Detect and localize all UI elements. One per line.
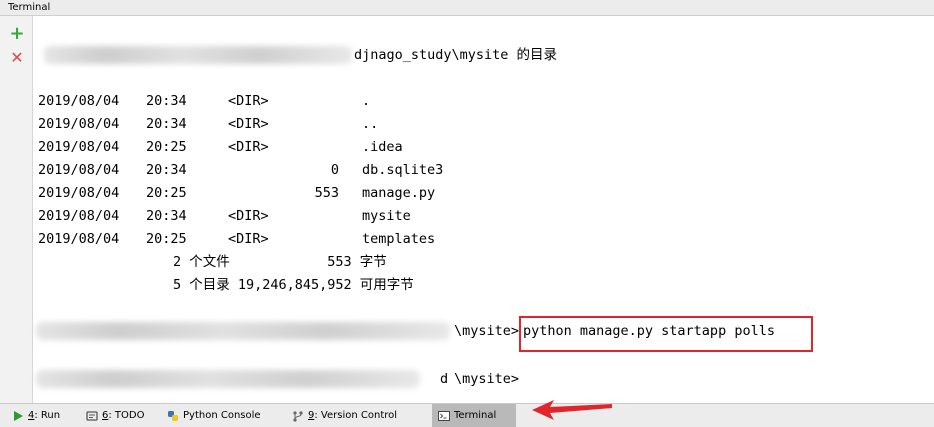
listing-time: 20:34	[146, 208, 187, 224]
prompt-path: \mysite>	[454, 323, 520, 339]
listing-time: 20:34	[146, 93, 187, 109]
tab-python-console[interactable]: Python Console	[161, 404, 267, 427]
listing-type: <DIR>	[228, 93, 269, 109]
tab-terminal-label: Terminal	[454, 410, 497, 421]
listing-date: 2019/08/04	[38, 208, 120, 224]
tab-vcs-label: : Version Control	[314, 410, 398, 421]
close-session-icon[interactable]: ✕	[9, 50, 25, 66]
listing-size: 553	[314, 185, 339, 201]
listing-name: manage.py	[362, 185, 436, 201]
tab-version-control[interactable]: 9: Version Control	[286, 404, 403, 427]
tab-todo-label: : TODO	[108, 410, 145, 421]
listing-time: 20:25	[146, 185, 187, 201]
terminal-output[interactable]: djnago_study\mysite 的目录 2019/08/04 20:34 <…	[34, 16, 934, 403]
listing-time: 20:34	[146, 162, 187, 178]
window-title: Terminal	[0, 0, 934, 16]
vcs-icon	[292, 410, 304, 422]
listing-name: ..	[362, 116, 379, 132]
listing-name: .idea	[362, 139, 403, 155]
prompt-partial: d	[440, 371, 449, 387]
tab-todo[interactable]: 6: TODO	[80, 404, 150, 427]
dir-header: djnago_study\mysite 的目录	[354, 47, 558, 63]
listing-type: <DIR>	[228, 231, 269, 247]
redacted-path	[36, 370, 420, 388]
summary-dirs: 5 个目录 19,246,845,952 可用字节	[173, 277, 414, 293]
tab-terminal[interactable]: Terminal	[432, 404, 516, 427]
tool-window-bar: 4: Run 6: TODO Python Console 9: Version…	[0, 403, 934, 427]
redacted-path	[36, 322, 450, 340]
run-icon	[12, 410, 24, 422]
listing-time: 20:25	[146, 231, 187, 247]
summary-files: 2 个文件 553 字节	[173, 254, 387, 270]
listing-date: 2019/08/04	[38, 116, 120, 132]
tab-run-label: : Run	[34, 410, 61, 421]
listing-type: <DIR>	[228, 208, 269, 224]
new-session-icon[interactable]: +	[9, 25, 25, 43]
tab-python-console-label: Python Console	[183, 410, 261, 421]
listing-date: 2019/08/04	[38, 139, 120, 155]
listing-date: 2019/08/04	[38, 185, 120, 201]
tab-run[interactable]: 4: Run	[6, 404, 66, 427]
todo-icon	[86, 410, 98, 422]
command-highlight-box	[519, 316, 813, 352]
annotation-arrow-icon	[532, 400, 612, 420]
listing-name: .	[362, 93, 371, 109]
listing-date: 2019/08/04	[38, 162, 120, 178]
listing-type: <DIR>	[228, 139, 269, 155]
listing-date: 2019/08/04	[38, 231, 120, 247]
listing-time: 20:25	[146, 139, 187, 155]
listing-time: 20:34	[146, 116, 187, 132]
terminal-icon	[438, 410, 450, 422]
listing-name: mysite	[362, 208, 411, 224]
listing-type: <DIR>	[228, 116, 269, 132]
terminal-gutter: + ✕	[0, 16, 33, 403]
redacted-path	[44, 46, 352, 64]
python-icon	[167, 410, 179, 422]
listing-size: 0	[330, 162, 339, 178]
prompt-path: \mysite>	[454, 371, 520, 387]
listing-name: templates	[362, 231, 436, 247]
listing-name: db.sqlite3	[362, 162, 444, 178]
listing-date: 2019/08/04	[38, 93, 120, 109]
